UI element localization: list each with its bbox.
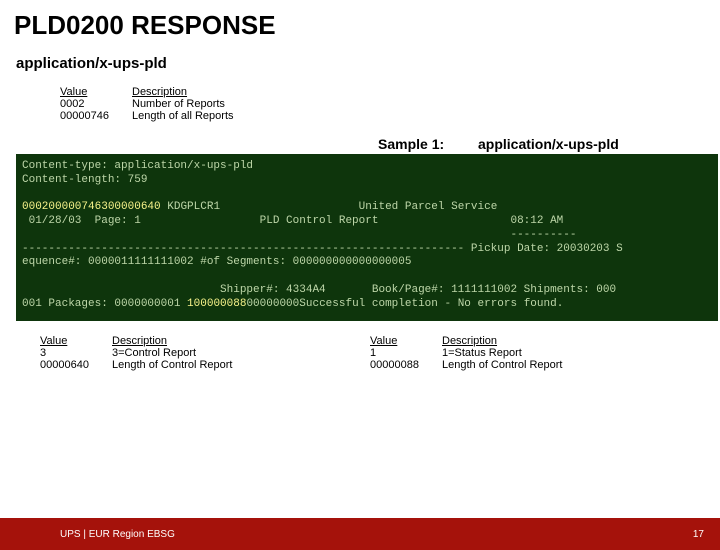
footer-page-number: 17 — [693, 529, 704, 540]
bottom-left-table: Value Description 3 3=Control Report 000… — [40, 335, 370, 371]
content-type-subtitle: application/x-ups-pld — [16, 55, 720, 72]
hl-ctrl-len: 00000640 — [108, 201, 161, 213]
code-line: equence#: 0000011111111002 #of Segments:… — [22, 256, 411, 268]
col-header-value: Value — [40, 335, 112, 347]
code-line: ----------------------------------------… — [22, 243, 623, 255]
cell-description: Length of all Reports — [132, 110, 282, 122]
cell-value: 00000746 — [60, 110, 132, 122]
code-line: Content-type: application/x-ups-pld — [22, 160, 253, 172]
sample-heading: Sample 1: application/x-ups-pld — [0, 136, 720, 152]
code-line: Content-length: 759 — [22, 174, 147, 186]
hl-ctrl-code: 3 — [101, 201, 108, 213]
cell-value: 00000088 — [370, 359, 442, 371]
col-header-description: Description — [132, 86, 282, 98]
code-line: Shipper#: 4334A4 Book/Page#: 1111111002 … — [22, 284, 616, 296]
cell-value: 00000640 — [40, 359, 112, 371]
code-line: ---------- — [22, 229, 577, 241]
bottom-tables: Value Description 3 3=Control Report 000… — [40, 335, 720, 371]
code-line: 01/28/03 Page: 1 PLD Control Report 08:1… — [22, 215, 563, 227]
hl-status-len: 00000088 — [194, 298, 247, 310]
page-title: PLD0200 RESPONSE — [14, 10, 720, 41]
cell-description: Length of Control Report — [442, 359, 592, 371]
bottom-right-table: Value Description 1 1=Status Report 0000… — [370, 335, 700, 371]
code-line: 001 Packages: 0000000001 — [22, 298, 187, 310]
cell-value: 1 — [370, 347, 442, 359]
table-row: 1 1=Status Report — [370, 347, 700, 359]
table-row: 3 3=Control Report — [40, 347, 370, 359]
code-line: KDGPLCR1 United Parcel Service — [161, 201, 498, 213]
col-header-value: Value — [60, 86, 132, 98]
sample-value: application/x-ups-pld — [478, 136, 619, 152]
cell-description: 3=Control Report — [112, 347, 262, 359]
footer-bar: UPS | EUR Region EBSG 17 — [0, 518, 720, 550]
top-value-table: Value Description 0002 Number of Reports… — [60, 86, 720, 122]
cell-description: 1=Status Report — [442, 347, 592, 359]
col-header-description: Description — [112, 335, 262, 347]
code-line: 00000000Successful completion - No error… — [246, 298, 563, 310]
footer-left: UPS | EUR Region EBSG — [60, 529, 175, 540]
table-row: 00000088 Length of Control Report — [370, 359, 700, 371]
cell-value: 0002 — [60, 98, 132, 110]
col-header-description: Description — [442, 335, 592, 347]
hl-num-reports: 0002 — [22, 201, 48, 213]
hl-len-all: 00000746 — [48, 201, 101, 213]
table-row: 00000746 Length of all Reports — [60, 110, 720, 122]
table-row: 00000640 Length of Control Report — [40, 359, 370, 371]
table-row: 0002 Number of Reports — [60, 98, 720, 110]
cell-description: Length of Control Report — [112, 359, 262, 371]
col-header-value: Value — [370, 335, 442, 347]
cell-description: Number of Reports — [132, 98, 282, 110]
response-code-block: Content-type: application/x-ups-pld Cont… — [16, 154, 718, 321]
hl-status-code: 1 — [187, 298, 194, 310]
cell-value: 3 — [40, 347, 112, 359]
sample-label: Sample 1: — [378, 136, 478, 152]
